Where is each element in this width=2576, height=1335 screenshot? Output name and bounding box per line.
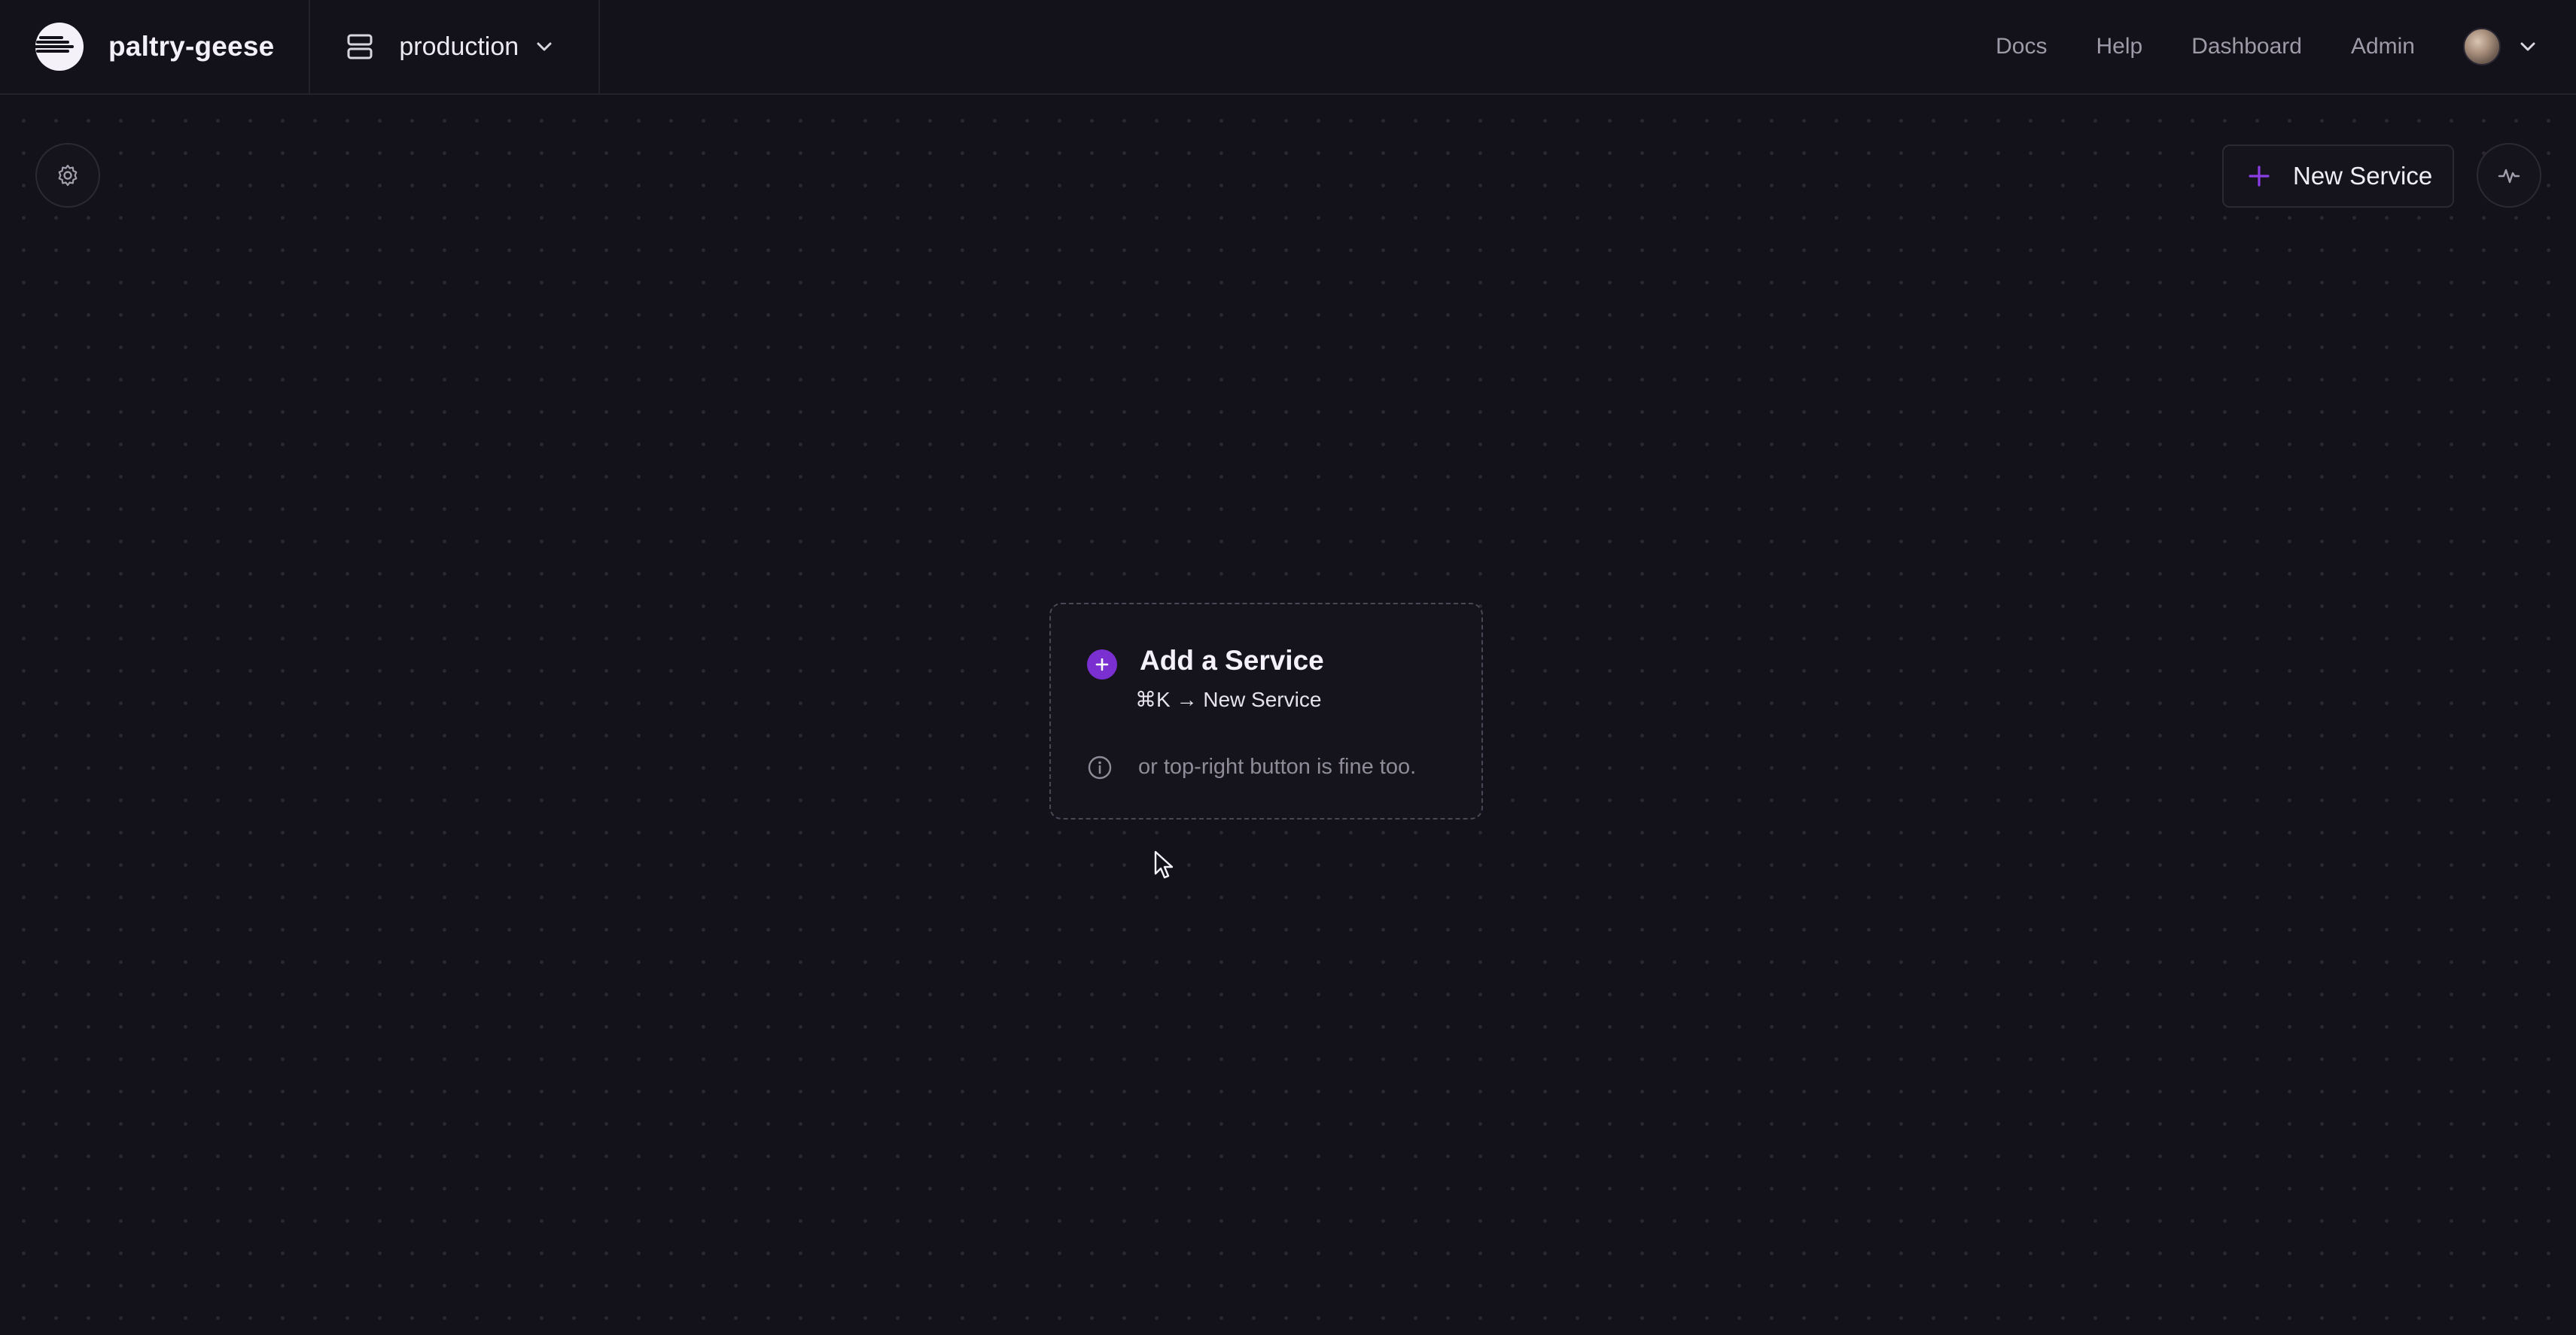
chevron-down-icon [537, 42, 552, 51]
canvas-settings-button[interactable] [35, 143, 100, 208]
new-service-button[interactable]: New Service [2222, 144, 2454, 208]
logo-icon [35, 23, 84, 71]
chevron-down-icon [2520, 42, 2535, 51]
activity-pulse-icon [2498, 169, 2520, 184]
avatar [2463, 28, 2501, 65]
nav-dashboard-link[interactable]: Dashboard [2191, 34, 2302, 59]
activity-button[interactable] [2477, 143, 2541, 208]
top-nav: Docs Help Dashboard Admin [1996, 0, 2576, 94]
project-canvas[interactable]: paltry-geese production Docs Help Dashbo… [0, 0, 2576, 1335]
project-name: paltry-geese [108, 31, 275, 62]
keyboard-shortcut-hint: ⌘K → New Service [1135, 688, 1322, 711]
mouse-cursor-icon [1154, 850, 1174, 879]
account-menu[interactable] [2463, 28, 2538, 65]
alternative-hint: or top-right button is fine too. [1138, 755, 1417, 779]
new-service-label: New Service [2293, 162, 2433, 190]
nav-help-link[interactable]: Help [2096, 34, 2142, 59]
plus-icon [2249, 166, 2270, 187]
environment-name: production [399, 32, 519, 61]
server-stack-icon [347, 34, 373, 59]
environment-selector[interactable]: production [310, 0, 601, 94]
project-brand[interactable]: paltry-geese [0, 0, 311, 94]
add-service-card[interactable]: Add a Service ⌘K → New Service or top-ri… [1049, 603, 1483, 820]
info-circle-icon [1088, 756, 1112, 780]
top-bar: paltry-geese production Docs Help Dashbo… [0, 0, 2576, 95]
nav-admin-link[interactable]: Admin [2351, 34, 2415, 59]
nav-docs-link[interactable]: Docs [1996, 34, 2047, 59]
gear-icon [58, 164, 78, 187]
plus-circle-icon [1087, 649, 1117, 680]
add-service-title: Add a Service [1140, 645, 1324, 676]
